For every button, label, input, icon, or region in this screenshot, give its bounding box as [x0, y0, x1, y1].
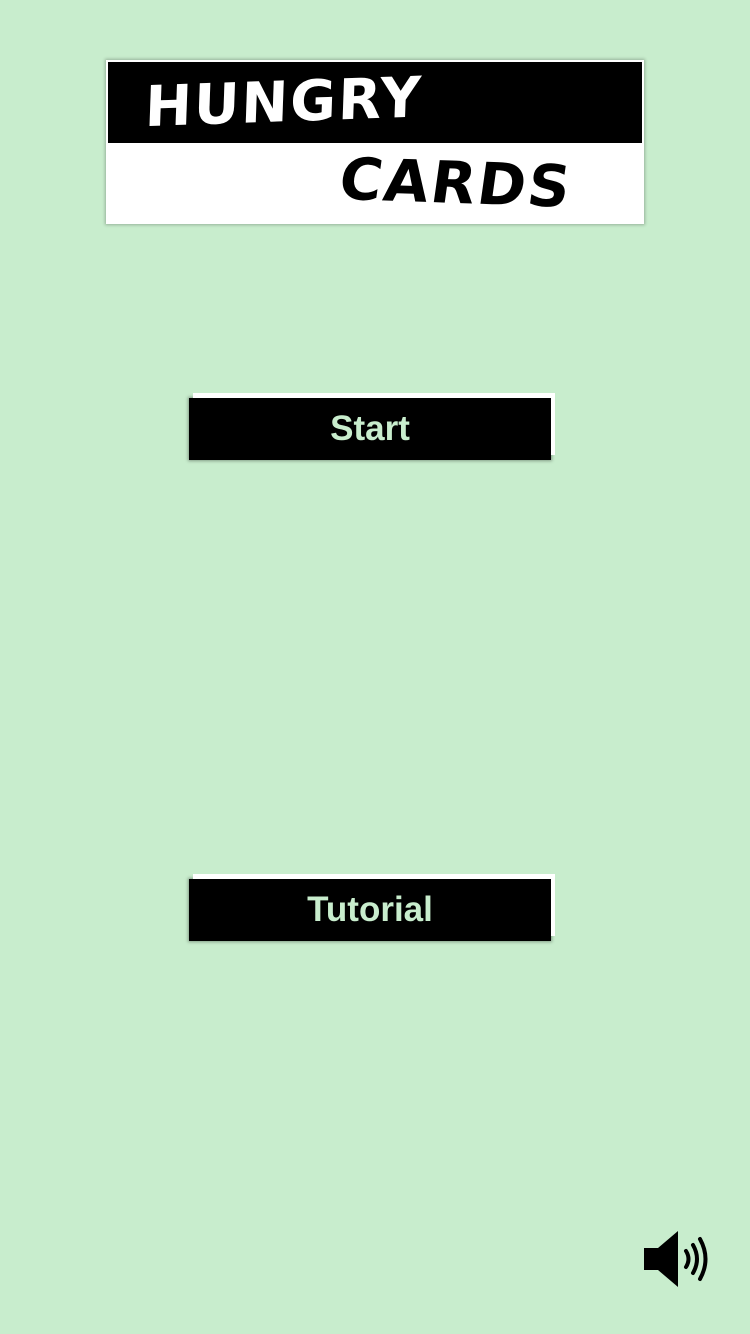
- speaker-volume-icon: [644, 1231, 708, 1287]
- sound-toggle-button[interactable]: [640, 1228, 712, 1290]
- start-button[interactable]: Start: [189, 398, 551, 460]
- tutorial-button[interactable]: Tutorial: [189, 879, 551, 941]
- logo-word-cards: CARDS: [335, 145, 577, 221]
- logo-word-hungry: HUNGRY: [143, 65, 424, 141]
- game-logo: HUNGRY CARDS: [108, 62, 642, 222]
